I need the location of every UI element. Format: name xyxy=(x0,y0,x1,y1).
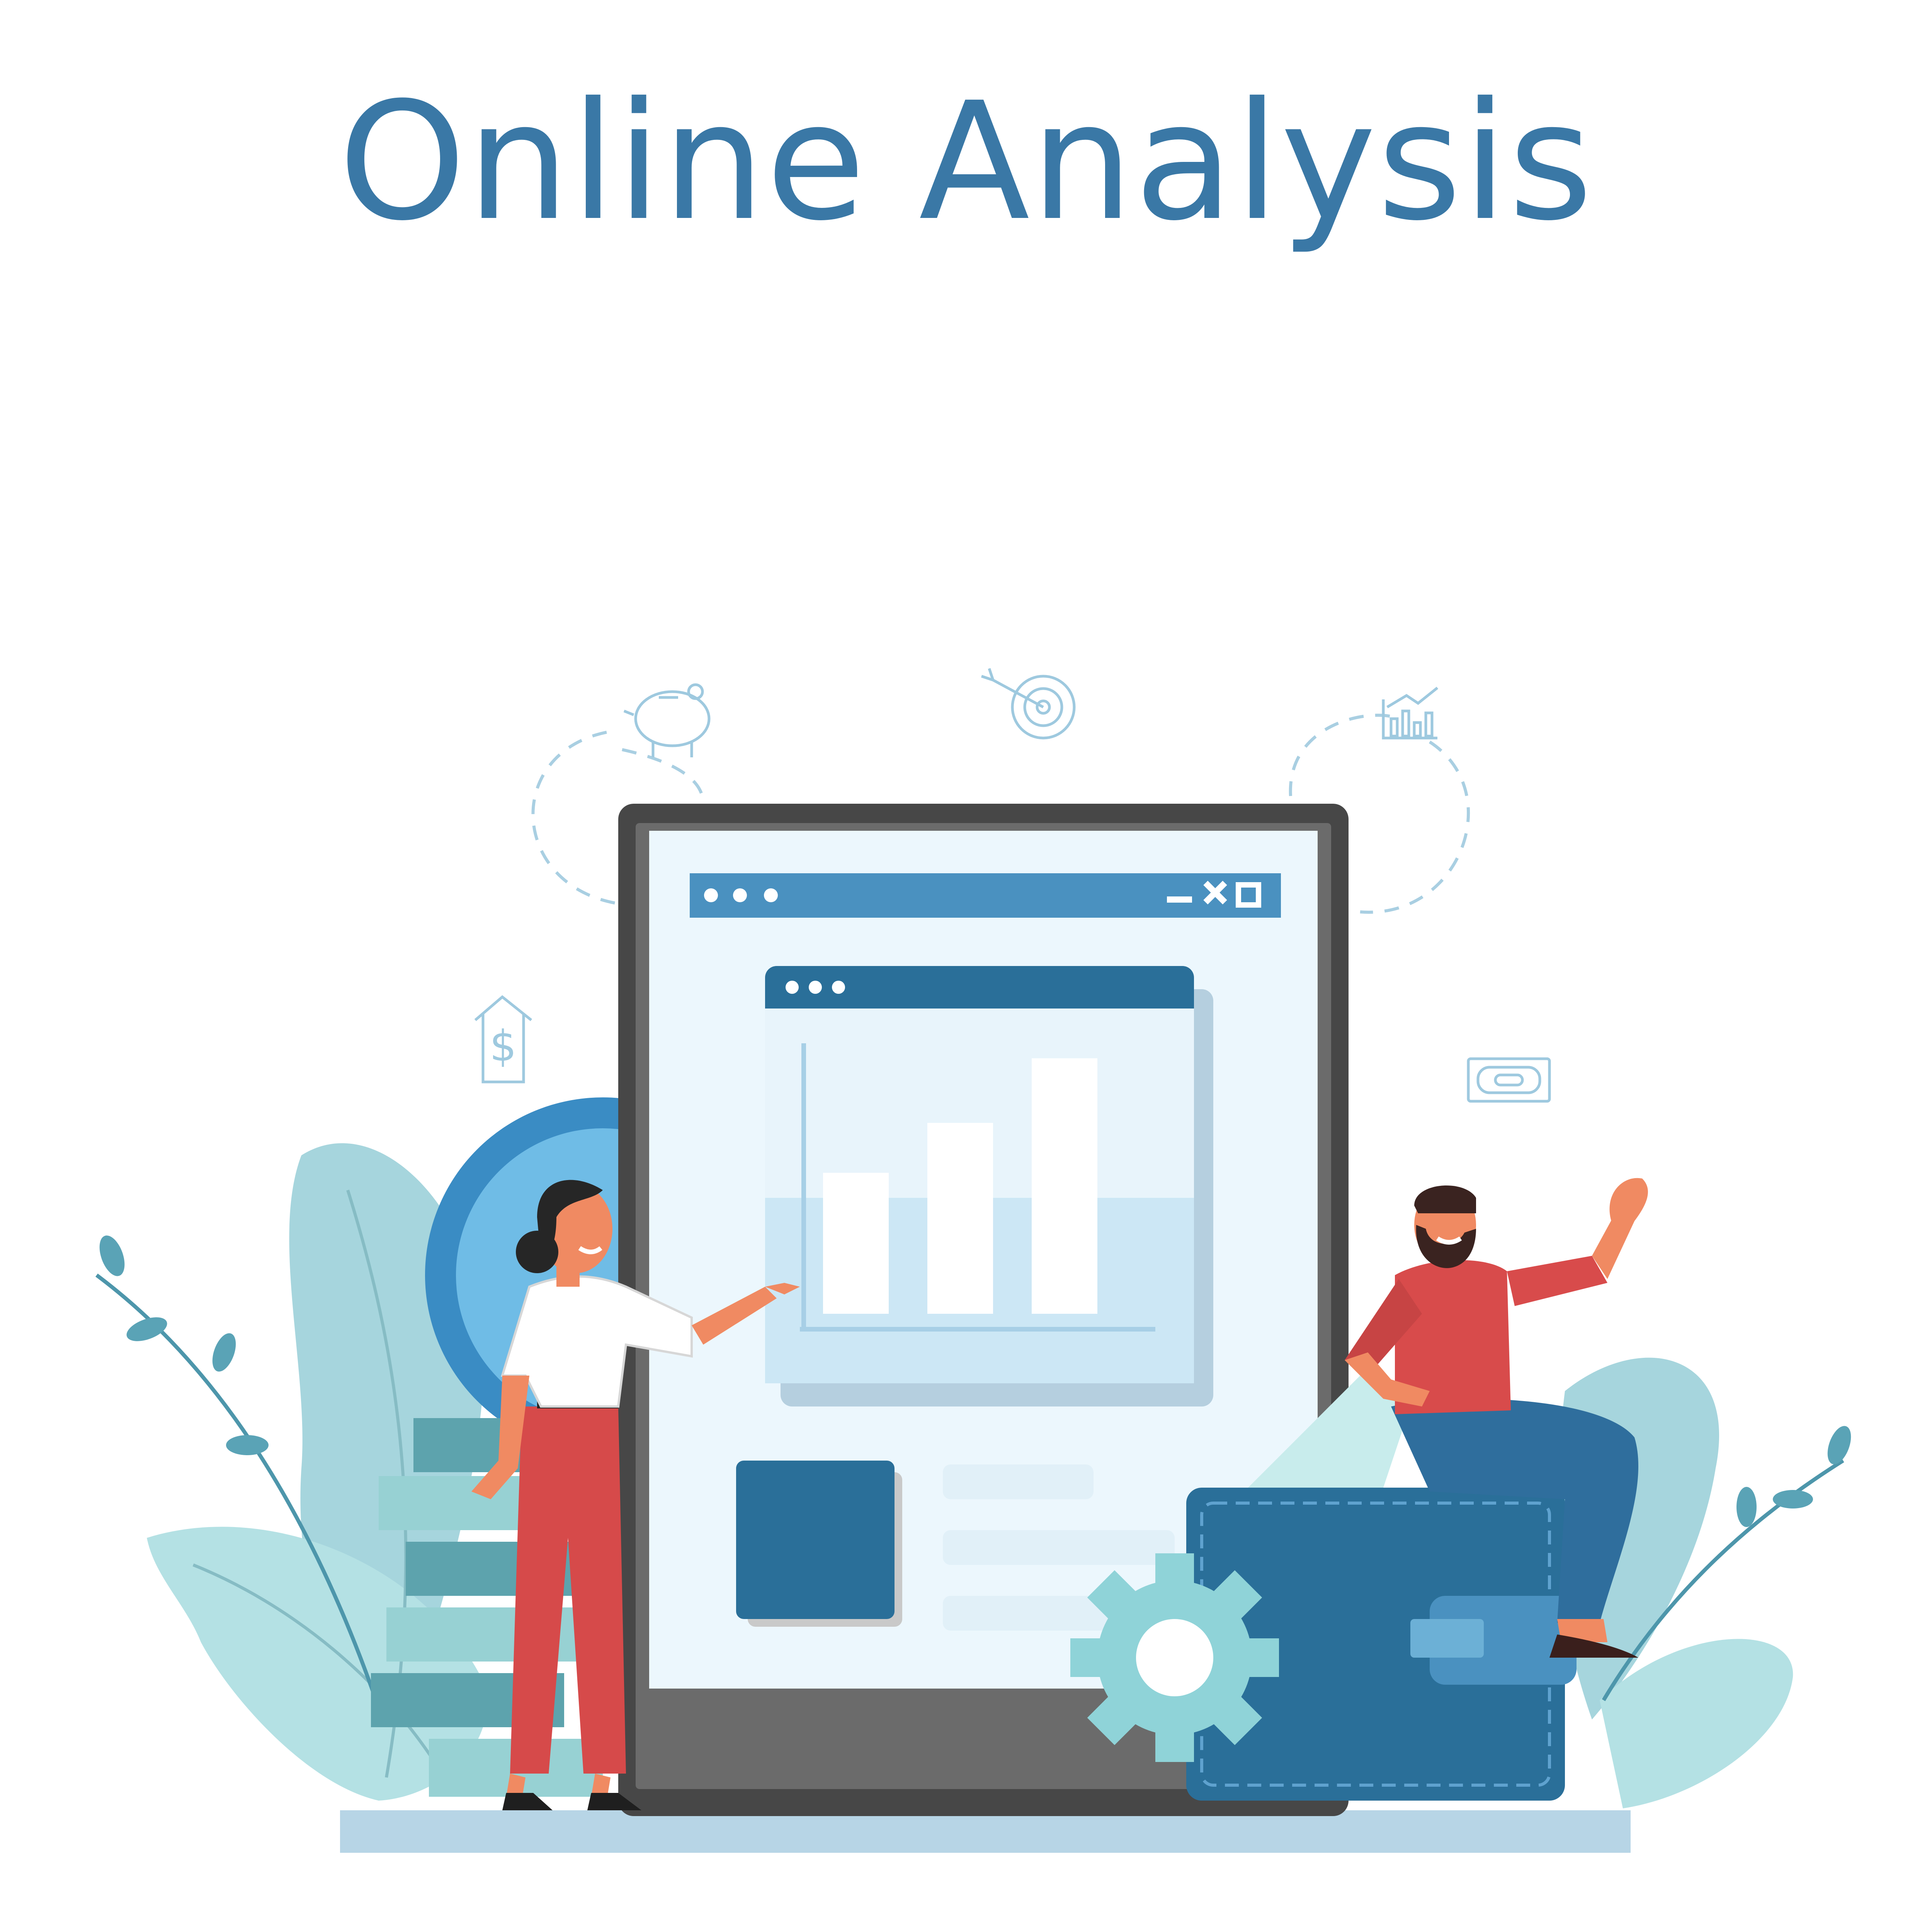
chart-window-dot xyxy=(832,981,845,994)
svg-text:$: $ xyxy=(490,1021,517,1071)
text-placeholder-line xyxy=(943,1464,1094,1499)
target-icon xyxy=(981,668,1076,740)
chart-bar-1 xyxy=(823,1173,889,1314)
chart-window-dot xyxy=(786,981,799,994)
minimize-icon[interactable] xyxy=(1167,896,1192,903)
growth-chart-icon xyxy=(1382,687,1439,740)
house-dollar-icon: $ xyxy=(474,995,532,1083)
illustration-scene: $ xyxy=(95,668,1851,1853)
window-dot xyxy=(704,888,718,902)
text-placeholder-line xyxy=(943,1530,1175,1565)
gear-icon xyxy=(1070,1553,1279,1762)
browser-window xyxy=(690,873,1281,918)
floor-strip xyxy=(340,1810,1631,1853)
banknote-icon xyxy=(1467,1057,1551,1103)
chart-window-dot xyxy=(809,981,822,994)
window-dot xyxy=(733,888,747,902)
chart-bar-2 xyxy=(927,1123,993,1314)
window-dot xyxy=(764,888,778,902)
chart-bar-3 xyxy=(1032,1058,1097,1314)
piggy-bank-icon xyxy=(623,683,711,757)
content-tile xyxy=(736,1461,895,1619)
